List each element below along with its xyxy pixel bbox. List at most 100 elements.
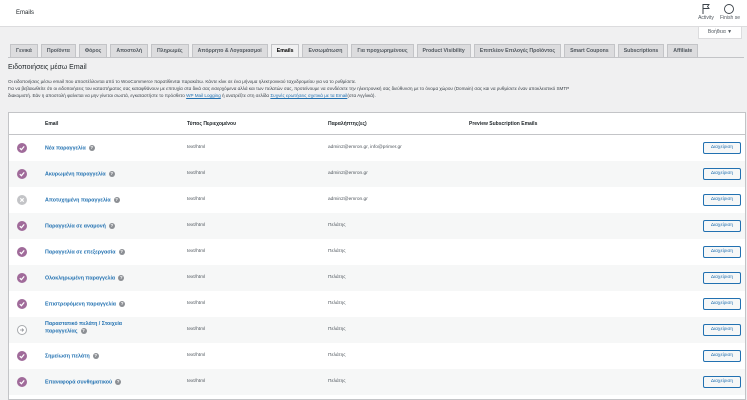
help-tab-button[interactable]: Βοήθεια ▼ [698, 27, 742, 39]
recipient-cell: Πελάτης [328, 327, 346, 332]
content-type-cell: text/html [187, 327, 206, 332]
table-row: Νέα παραγγελία? text/html admin2@emron.gr,… [9, 135, 745, 161]
description-line-2: Για να βεβαιωθείτε ότι οι ειδοποιήσεις τ… [8, 86, 570, 92]
email-name-text: Παραγγελία σε επεξεργασία [45, 249, 116, 256]
email-name-text: Ολοκληρωμένη παραγγελία [45, 275, 116, 282]
help-tip-icon[interactable]: ? [92, 353, 99, 359]
email-link[interactable]: Επαναφορά συνθηματικού? [45, 379, 122, 385]
finish-setup-button[interactable]: Finish se [720, 3, 747, 21]
enabled-check-icon [17, 143, 27, 153]
email-name-text: Ακυρωμένη παραγγελία [45, 171, 106, 178]
email-link[interactable]: Ολοκληρωμένη παραγγελία? [45, 275, 125, 282]
tab-13[interactable]: Affiliate [667, 44, 699, 57]
recipient-cell: admin2@emron.gr [328, 171, 368, 176]
tab-5[interactable]: Απόρρητο & Λογαριασμοί [191, 44, 268, 57]
table-row: Παραγγελία σε επεξεργασία? text/html Πελάτ… [9, 239, 745, 265]
help-tip-icon[interactable]: ? [108, 223, 115, 229]
email-name-text: Παραγγελία σε αναμονή [45, 223, 106, 230]
manage-button[interactable]: Διαχείριση [703, 246, 741, 258]
email-link[interactable]: Σημείωση πελάτη? [45, 353, 99, 359]
section-title: Ειδοποιήσεις μέσω Email [8, 64, 87, 71]
manage-button[interactable]: Διαχείριση [703, 220, 741, 232]
content-type-cell: text/html [187, 171, 206, 176]
description-text: διακομιστή. Εάν η αποστολή φαίνεται να μ… [8, 93, 187, 99]
manage-button[interactable]: Διαχείριση [703, 298, 741, 310]
email-notifications-table: Email Τύπος Περιεχομένου Παραλήπτης(ες) … [8, 112, 746, 400]
enabled-check-icon [17, 273, 27, 283]
email-link[interactable]: Νέα παραγγελία? [45, 145, 95, 151]
tab-8[interactable]: Για προχωρημένους [351, 44, 414, 57]
recipient-cell: Πελάτης [328, 223, 346, 228]
manage-button[interactable]: Διαχείριση [703, 350, 741, 362]
enabled-check-icon [17, 247, 27, 257]
help-tip-icon[interactable]: ? [113, 197, 120, 203]
manage-button[interactable]: Διαχείριση [703, 324, 741, 336]
column-content-type: Τύπος Περιεχομένου [187, 121, 236, 127]
help-tip-icon[interactable]: ? [80, 328, 87, 334]
tab-9[interactable]: Product Visibility [416, 44, 471, 57]
enabled-check-icon [17, 299, 27, 309]
email-link[interactable]: Παραγγελία σε αναμονή? [45, 223, 115, 229]
content-type-cell: text/html [187, 301, 206, 306]
content-type-cell: text/html [187, 223, 206, 228]
help-tip-icon[interactable]: ? [119, 301, 126, 307]
table-row: Παραγγελία σε αναμονή? text/html Πελάτης Δι… [9, 213, 745, 239]
help-tip-icon[interactable]: ? [118, 249, 125, 255]
email-link[interactable]: Ακυρωμένη παραγγελία? [45, 171, 115, 177]
recipient-cell: Πελάτης [328, 249, 346, 254]
tab-6[interactable]: Emails [270, 44, 300, 57]
email-link[interactable]: Επιστρεφόμενη παραγγελία? [45, 301, 126, 308]
tab-12[interactable]: Subscriptions [617, 44, 665, 57]
enabled-check-icon [17, 377, 27, 387]
manual-arrow-icon [17, 325, 27, 335]
manage-button[interactable]: Διαχείριση [703, 272, 741, 284]
recipient-cell: admin2@emron.gr, info@primer.gr [328, 145, 402, 150]
table-row: Σημείωση πελάτη? text/html Πελάτης Διαχείρι… [9, 343, 745, 369]
table-row: Επαναφορά συνθηματικού? text/html Πελάτης Δ… [9, 369, 745, 395]
tabs-divider [8, 57, 744, 58]
tab-0[interactable]: Γενικά [10, 44, 38, 57]
email-link[interactable]: Παραγγελία σε επεξεργασία? [45, 249, 125, 255]
manage-button[interactable]: Διαχείριση [703, 376, 741, 388]
tab-7[interactable]: Ενσωμάτωση [302, 44, 349, 57]
enabled-check-icon [17, 221, 27, 231]
help-tip-icon[interactable]: ? [88, 145, 95, 151]
content-type-cell: text/html [187, 249, 206, 254]
column-recipients: Παραλήπτης(ες) [328, 121, 367, 127]
tab-11[interactable]: Smart Coupons [564, 44, 615, 57]
wp-mail-logging-link[interactable]: WP Mail Logging [186, 93, 221, 98]
column-preview: Preview Subscription Emails [469, 121, 538, 127]
tab-1[interactable]: Προϊόντα [40, 44, 76, 57]
email-faq-link[interactable]: Συχνές ερωτήσεις σχετικά με τα Email [270, 93, 347, 98]
tab-10[interactable]: Επιπλέον Επιλογές Προϊόντος [473, 44, 562, 57]
manage-button[interactable]: Διαχείριση [703, 194, 741, 206]
help-tip-icon[interactable]: ? [108, 171, 115, 177]
help-tip-icon[interactable]: ? [115, 379, 122, 385]
help-tip-icon[interactable]: ? [118, 275, 125, 281]
manage-button[interactable]: Διαχείριση [703, 168, 741, 180]
email-link[interactable]: Παραστατικό πελάτη / Στοιχεία παραγγελίας… [45, 321, 122, 335]
enabled-check-icon [17, 169, 27, 179]
finish-setup-label: Finish se [720, 15, 741, 21]
settings-tabs: Γενικά Προϊόντα Φόρος Αποστολή Πληρωμές Απόρρ… [10, 44, 699, 57]
email-name-text: Επιστρεφόμενη παραγγελία [45, 301, 117, 308]
table-row: Επιστρεφόμενη παραγγελία? text/html Πελάτη… [9, 291, 745, 317]
table-header: Email Τύπος Περιεχομένου Παραλήπτης(ες) … [9, 113, 745, 135]
recipient-cell: Πελάτης [328, 275, 346, 280]
manage-button[interactable]: Διαχείριση [703, 142, 741, 154]
activity-button[interactable]: Activity [694, 3, 718, 21]
content-type-cell: text/html [187, 145, 206, 150]
content-type-cell: text/html [187, 197, 206, 202]
tab-4[interactable]: Πληρωμές [151, 44, 189, 57]
page-title: Emails [16, 10, 35, 16]
flag-icon [702, 4, 710, 14]
email-link[interactable]: Αποτυχημένη παραγγελία? [45, 197, 120, 203]
table-row: Ολοκληρωμένη παραγγελία? text/html Πελάτης… [9, 265, 745, 291]
table-row: Παραστατικό πελάτη / Στοιχεία παραγγελίας… [9, 317, 745, 343]
tab-2[interactable]: Φόρος [78, 44, 108, 57]
tab-3[interactable]: Αποστολή [110, 44, 149, 57]
recipient-cell: Πελάτης [328, 379, 346, 384]
description-line-3: διακομιστή. Εάν η αποστολή φαίνεται να μ… [8, 92, 743, 99]
progress-circle-icon [724, 4, 734, 14]
content-type-cell: text/html [187, 353, 206, 358]
